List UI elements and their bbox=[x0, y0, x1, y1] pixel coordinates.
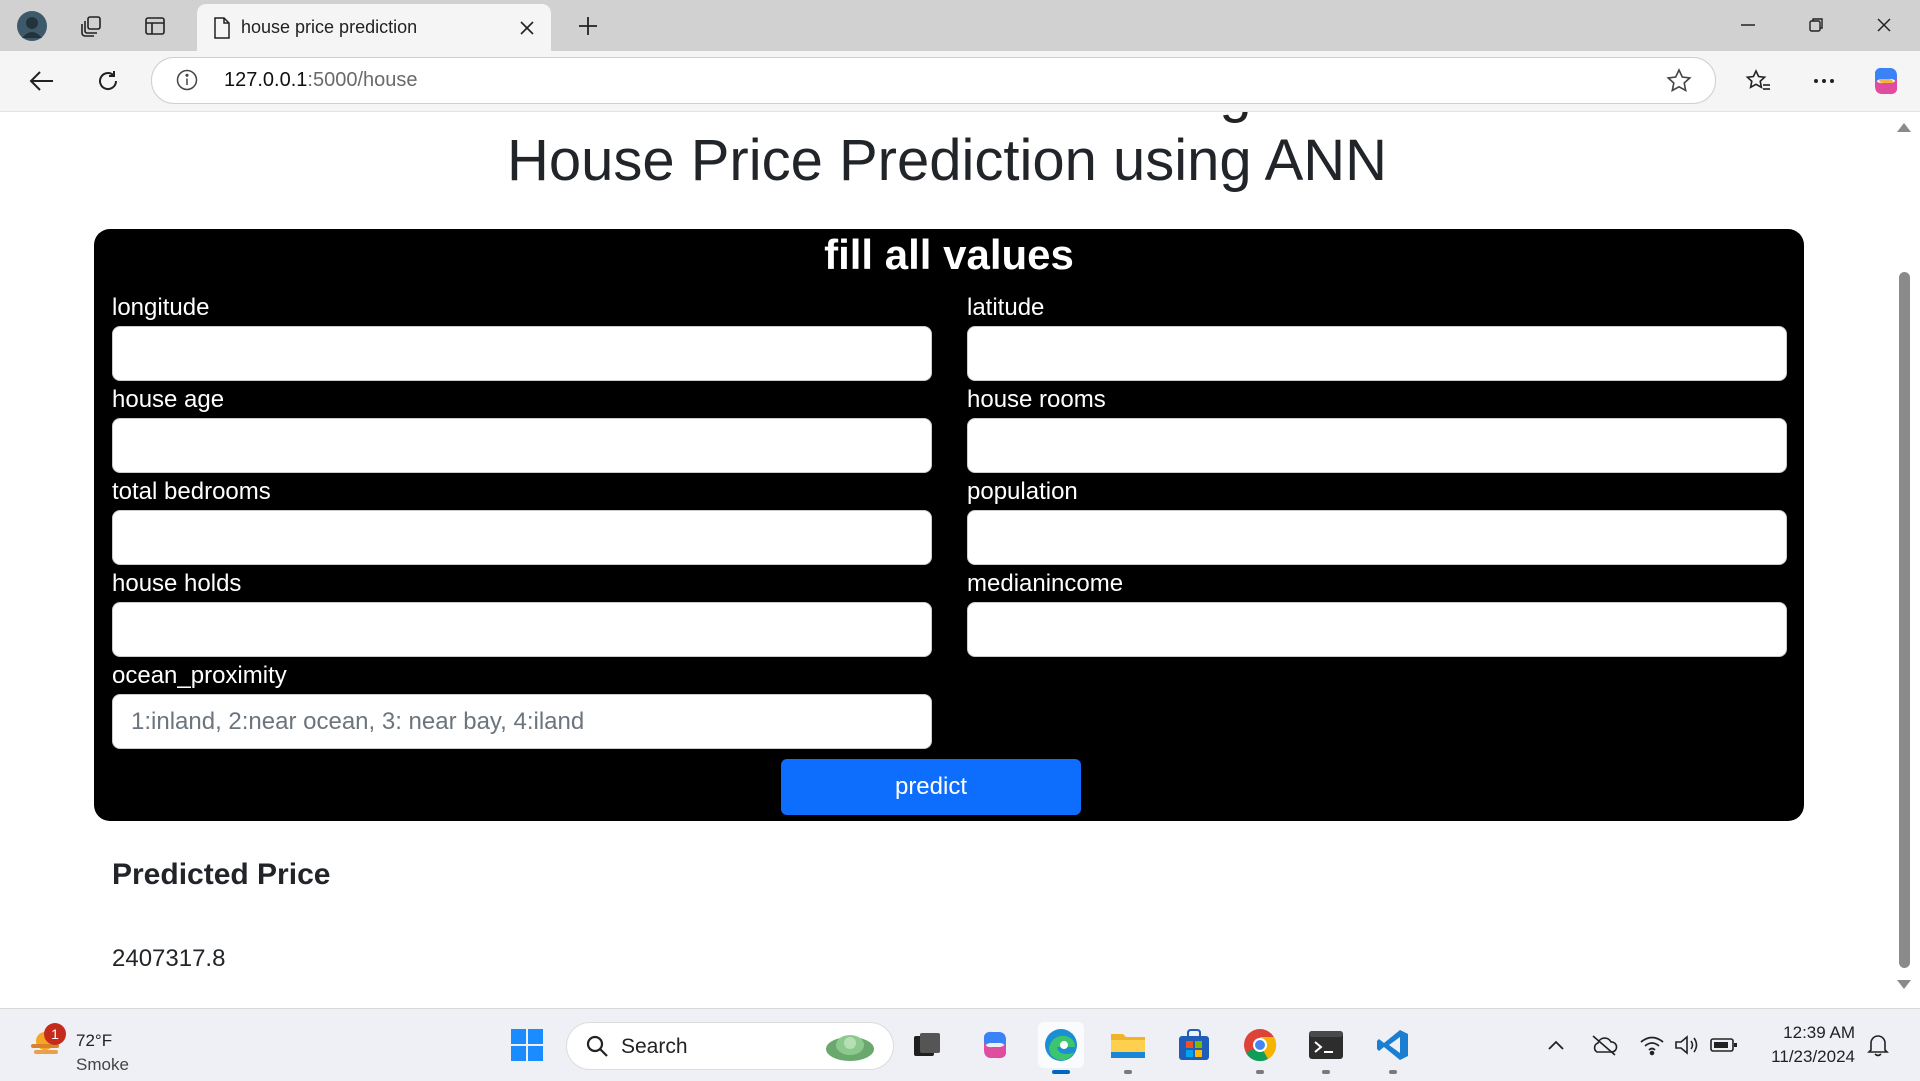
field-label: medianincome bbox=[967, 570, 1124, 597]
population-input[interactable] bbox=[967, 510, 1787, 565]
refresh-button[interactable] bbox=[88, 63, 128, 99]
page-viewport: House Price Prediction using ANN House P… bbox=[6, 112, 1888, 1002]
running-indicator bbox=[1124, 1070, 1132, 1074]
chrome-browser-icon[interactable] bbox=[1237, 1022, 1283, 1074]
profile-avatar[interactable] bbox=[14, 10, 50, 42]
address-bar[interactable]: 127.0.0.1:5000/house bbox=[151, 57, 1716, 104]
url-host: 127.0.0.1 bbox=[224, 69, 308, 91]
running-indicator bbox=[1052, 1070, 1070, 1074]
close-icon[interactable] bbox=[515, 16, 539, 40]
longitude-input[interactable] bbox=[112, 326, 932, 381]
notification-bell-icon[interactable] bbox=[1864, 1031, 1892, 1059]
url-text[interactable]: 127.0.0.1:5000/house bbox=[224, 69, 418, 92]
minimize-button[interactable] bbox=[1714, 0, 1782, 50]
new-tab-button[interactable] bbox=[570, 10, 606, 42]
notification-badge: 1 bbox=[44, 1023, 66, 1045]
favorites-icon[interactable] bbox=[1738, 63, 1778, 99]
field-label: population bbox=[967, 478, 1078, 505]
field-label: house holds bbox=[112, 570, 242, 597]
tab-actions-icon[interactable] bbox=[137, 10, 173, 42]
browser-tab-bar: house price prediction bbox=[0, 0, 1920, 51]
page-scrollbar[interactable] bbox=[1888, 112, 1920, 1002]
field-house-rooms: house rooms bbox=[967, 384, 1787, 473]
page-icon bbox=[213, 16, 231, 39]
volume-icon[interactable] bbox=[1673, 1031, 1701, 1059]
running-indicator bbox=[1389, 1070, 1397, 1074]
field-latitude: latitude bbox=[967, 292, 1787, 381]
favorite-star-icon[interactable] bbox=[1666, 68, 1692, 94]
predicted-price-value: 2407317.8 bbox=[112, 945, 226, 972]
running-indicator bbox=[1256, 1070, 1264, 1074]
total-bedrooms-input[interactable] bbox=[112, 510, 932, 565]
scroll-thumb[interactable] bbox=[1899, 272, 1910, 968]
task-view-icon[interactable] bbox=[904, 1022, 950, 1068]
clock-time: 12:39 AM bbox=[1783, 1023, 1855, 1042]
field-total-bedrooms: total bedrooms bbox=[112, 476, 932, 565]
close-window-button[interactable] bbox=[1850, 0, 1918, 50]
field-house-age: house age bbox=[112, 384, 932, 473]
tab-title: house price prediction bbox=[241, 17, 418, 37]
house-holds-input[interactable] bbox=[112, 602, 932, 657]
page-title: House Price Prediction using ANN bbox=[506, 128, 1388, 193]
field-label: total bedrooms bbox=[112, 478, 271, 505]
search-label: Search bbox=[621, 1035, 688, 1058]
url-path: :5000/house bbox=[307, 69, 418, 91]
house-rooms-input[interactable] bbox=[967, 418, 1787, 473]
field-label: longitude bbox=[112, 294, 210, 321]
predict-button[interactable]: predict bbox=[781, 759, 1081, 815]
ocean-proximity-input[interactable] bbox=[112, 694, 932, 749]
terminal-icon[interactable] bbox=[1303, 1022, 1349, 1074]
show-hidden-icons-chevron-up-icon[interactable] bbox=[1542, 1031, 1570, 1059]
more-options-icon[interactable] bbox=[1804, 63, 1844, 99]
weather-temperature: 72°F bbox=[76, 1031, 113, 1050]
restore-button[interactable] bbox=[1782, 0, 1850, 50]
house-age-input[interactable] bbox=[112, 418, 932, 473]
workspaces-icon[interactable] bbox=[74, 10, 110, 42]
clock-date: 11/23/2024 bbox=[1771, 1047, 1855, 1066]
search-highlight-succulent-icon bbox=[821, 1027, 879, 1065]
browser-toolbar: 127.0.0.1:5000/house bbox=[0, 51, 1920, 112]
back-button[interactable] bbox=[22, 63, 62, 99]
median-income-input[interactable] bbox=[967, 602, 1787, 657]
field-population: population bbox=[967, 476, 1787, 565]
predicted-price-heading: Predicted Price bbox=[112, 858, 331, 891]
field-label: house age bbox=[112, 386, 225, 413]
field-house-holds: house holds bbox=[112, 568, 932, 657]
prediction-form: fill all values longitude latitude house… bbox=[94, 229, 1804, 821]
site-info-icon[interactable] bbox=[176, 69, 198, 91]
wifi-icon[interactable] bbox=[1638, 1031, 1666, 1059]
taskbar-search-box[interactable]: Search bbox=[566, 1022, 894, 1070]
edge-browser-icon[interactable] bbox=[1038, 1022, 1084, 1074]
microsoft-store-icon[interactable] bbox=[1171, 1022, 1217, 1068]
field-label: ocean_proximity bbox=[112, 662, 287, 689]
running-indicator bbox=[1322, 1070, 1330, 1074]
scroll-down-arrow-icon[interactable] bbox=[1897, 980, 1911, 989]
field-label: latitude bbox=[967, 294, 1045, 321]
file-explorer-icon[interactable] bbox=[1105, 1022, 1151, 1074]
latitude-input[interactable] bbox=[967, 326, 1787, 381]
form-heading: fill all values bbox=[824, 231, 1074, 278]
field-label: house rooms bbox=[967, 386, 1106, 413]
search-icon bbox=[585, 1034, 609, 1058]
vscode-icon[interactable] bbox=[1370, 1022, 1416, 1074]
field-ocean-proximity: ocean_proximity bbox=[112, 660, 932, 749]
field-longitude: longitude bbox=[112, 292, 932, 381]
start-button[interactable] bbox=[504, 1022, 550, 1068]
system-clock[interactable]: 12:39 AM 11/23/2024 bbox=[1755, 1021, 1855, 1069]
battery-icon[interactable] bbox=[1710, 1031, 1738, 1059]
weather-widget[interactable]: 1 72°F Smoke bbox=[24, 1021, 144, 1074]
field-median-income: medianincome bbox=[967, 568, 1787, 657]
copilot-app-icon[interactable] bbox=[972, 1022, 1018, 1068]
onedrive-offline-icon[interactable] bbox=[1590, 1031, 1618, 1059]
windows-taskbar: 1 72°F Smoke Search 12:39 AM 11/23/2024 bbox=[0, 1008, 1920, 1081]
copilot-icon[interactable] bbox=[1866, 63, 1906, 99]
tab-house-price-prediction[interactable]: house price prediction bbox=[197, 4, 551, 51]
scroll-up-arrow-icon[interactable] bbox=[1897, 123, 1911, 132]
weather-condition: Smoke bbox=[76, 1055, 129, 1074]
scrolled-heading: House Price Prediction using ANN bbox=[6, 112, 1888, 125]
